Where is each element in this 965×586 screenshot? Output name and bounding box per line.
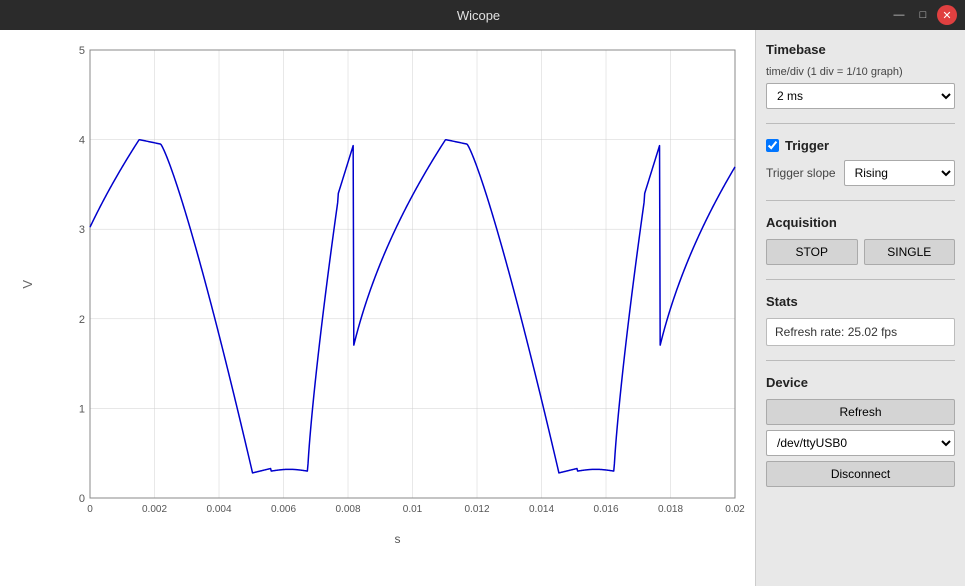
refresh-rate-label: Refresh rate: (775, 325, 844, 339)
window-title: Wicope (68, 8, 889, 23)
timebase-select[interactable]: 2 ms 1 ms 5 ms 10 ms 20 ms (766, 83, 955, 109)
trigger-row: Trigger (766, 138, 955, 153)
acquisition-btn-row: STOP SINGLE (766, 239, 955, 265)
acquisition-label: Acquisition (766, 215, 955, 230)
chart-container (50, 40, 745, 528)
chart-area: V s (0, 30, 755, 586)
x-axis-label: s (50, 532, 745, 546)
close-button[interactable]: ✕ (937, 5, 957, 25)
minimize-button[interactable]: — (889, 5, 909, 25)
stats-label: Stats (766, 294, 955, 309)
divider-4 (766, 360, 955, 361)
divider-1 (766, 123, 955, 124)
stop-button[interactable]: STOP (766, 239, 858, 265)
trigger-slope-row: Trigger slope Rising Falling (766, 160, 955, 186)
device-label: Device (766, 375, 955, 390)
oscilloscope-chart (50, 40, 745, 528)
timebase-section: Timebase time/div (1 div = 1/10 graph) 2… (766, 42, 955, 109)
disconnect-button[interactable]: Disconnect (766, 461, 955, 487)
single-button[interactable]: SINGLE (864, 239, 956, 265)
main-content: V s Timebase time/div (1 div = 1/10 grap… (0, 30, 965, 586)
stats-box: Refresh rate: 25.02 fps (766, 318, 955, 346)
maximize-button[interactable]: □ (913, 5, 933, 25)
device-select[interactable]: /dev/ttyUSB0 /dev/ttyUSB1 (766, 430, 955, 456)
timebase-label: Timebase (766, 42, 955, 57)
stats-section: Stats Refresh rate: 25.02 fps (766, 294, 955, 346)
trigger-section: Trigger Trigger slope Rising Falling (766, 138, 955, 186)
trigger-checkbox[interactable] (766, 139, 779, 152)
device-section: Device Refresh /dev/ttyUSB0 /dev/ttyUSB1… (766, 375, 955, 487)
title-bar: Wicope — □ ✕ (0, 0, 965, 30)
trigger-slope-select[interactable]: Rising Falling (844, 160, 955, 186)
window-controls: — □ ✕ (889, 5, 957, 25)
sidebar: Timebase time/div (1 div = 1/10 graph) 2… (755, 30, 965, 586)
divider-2 (766, 200, 955, 201)
trigger-label: Trigger (785, 138, 829, 153)
acquisition-section: Acquisition STOP SINGLE (766, 215, 955, 265)
trigger-slope-label: Trigger slope (766, 166, 836, 180)
y-axis-label: V (20, 280, 35, 289)
divider-3 (766, 279, 955, 280)
timebase-sub-label: time/div (1 div = 1/10 graph) (766, 66, 955, 78)
refresh-rate-value: 25.02 fps (848, 325, 897, 339)
refresh-button[interactable]: Refresh (766, 399, 955, 425)
